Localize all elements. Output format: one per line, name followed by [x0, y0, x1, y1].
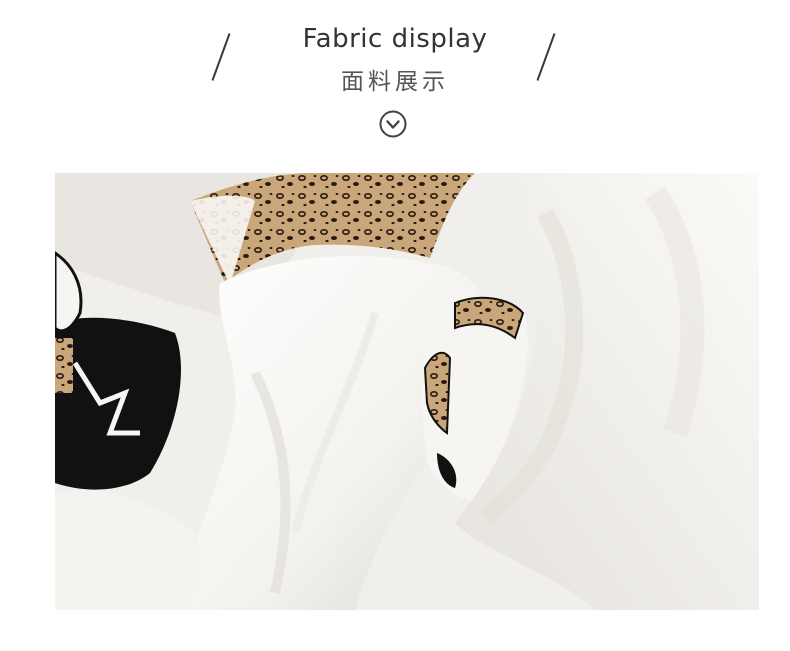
section-title-cn: 面料展示	[341, 69, 449, 95]
fabric-photo-art	[55, 173, 759, 610]
section-header: Fabric display 面料展示	[0, 0, 790, 160]
section-title-en: Fabric display	[302, 24, 488, 54]
chevron-down-circle-icon	[379, 110, 407, 138]
fabric-photo	[55, 173, 759, 610]
